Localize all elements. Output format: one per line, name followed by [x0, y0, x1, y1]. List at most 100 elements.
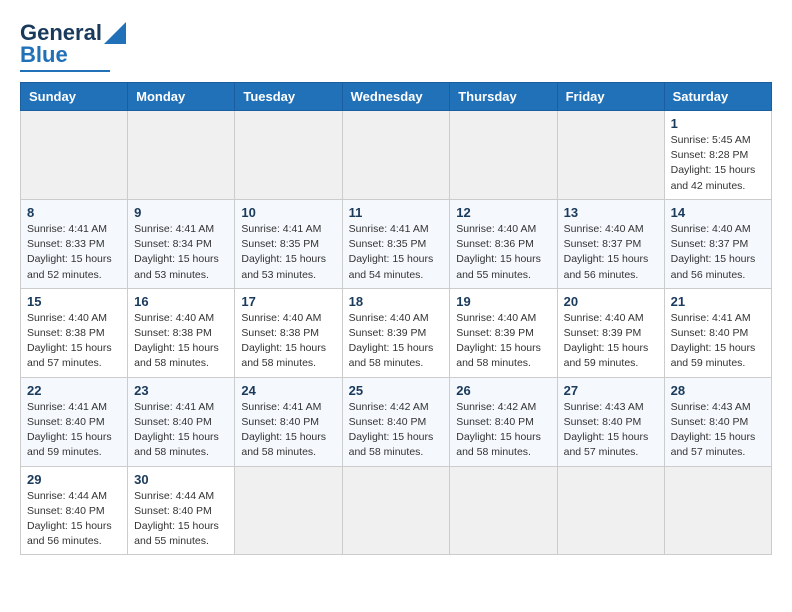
- day-info: Sunrise: 4:42 AMSunset: 8:40 PMDaylight:…: [456, 401, 541, 459]
- day-info: Sunrise: 4:40 AMSunset: 8:38 PMDaylight:…: [241, 312, 326, 370]
- day-number: 13: [564, 205, 658, 220]
- calendar-week-row: 1 Sunrise: 5:45 AMSunset: 8:28 PMDayligh…: [21, 111, 772, 200]
- day-info: Sunrise: 4:41 AMSunset: 8:40 PMDaylight:…: [134, 401, 219, 459]
- calendar-cell: [342, 111, 450, 200]
- calendar-cell: 21 Sunrise: 4:41 AMSunset: 8:40 PMDaylig…: [664, 288, 771, 377]
- calendar-cell: 12 Sunrise: 4:40 AMSunset: 8:36 PMDaylig…: [450, 199, 557, 288]
- calendar-cell: 23 Sunrise: 4:41 AMSunset: 8:40 PMDaylig…: [128, 377, 235, 466]
- day-number: 25: [349, 383, 444, 398]
- calendar-cell: [450, 466, 557, 555]
- day-info: Sunrise: 4:41 AMSunset: 8:35 PMDaylight:…: [241, 223, 326, 281]
- calendar-cell: [342, 466, 450, 555]
- calendar-cell: 24 Sunrise: 4:41 AMSunset: 8:40 PMDaylig…: [235, 377, 342, 466]
- day-info: Sunrise: 4:41 AMSunset: 8:35 PMDaylight:…: [349, 223, 434, 281]
- calendar-header-saturday: Saturday: [664, 83, 771, 111]
- day-number: 29: [27, 472, 121, 487]
- day-info: Sunrise: 4:40 AMSunset: 8:37 PMDaylight:…: [564, 223, 649, 281]
- calendar-cell: 26 Sunrise: 4:42 AMSunset: 8:40 PMDaylig…: [450, 377, 557, 466]
- day-number: 9: [134, 205, 228, 220]
- day-number: 12: [456, 205, 550, 220]
- day-info: Sunrise: 4:44 AMSunset: 8:40 PMDaylight:…: [134, 490, 219, 548]
- calendar-week-row: 29 Sunrise: 4:44 AMSunset: 8:40 PMDaylig…: [21, 466, 772, 555]
- calendar-cell: [450, 111, 557, 200]
- calendar-cell: 10 Sunrise: 4:41 AMSunset: 8:35 PMDaylig…: [235, 199, 342, 288]
- calendar-cell: 11 Sunrise: 4:41 AMSunset: 8:35 PMDaylig…: [342, 199, 450, 288]
- day-number: 30: [134, 472, 228, 487]
- day-info: Sunrise: 4:41 AMSunset: 8:40 PMDaylight:…: [241, 401, 326, 459]
- calendar-cell: [128, 111, 235, 200]
- day-info: Sunrise: 4:40 AMSunset: 8:38 PMDaylight:…: [134, 312, 219, 370]
- day-number: 28: [671, 383, 765, 398]
- calendar-cell: 20 Sunrise: 4:40 AMSunset: 8:39 PMDaylig…: [557, 288, 664, 377]
- calendar-header-monday: Monday: [128, 83, 235, 111]
- day-number: 27: [564, 383, 658, 398]
- day-number: 22: [27, 383, 121, 398]
- page-header: General Blue: [20, 20, 772, 72]
- day-info: Sunrise: 4:43 AMSunset: 8:40 PMDaylight:…: [671, 401, 756, 459]
- calendar-cell: 9 Sunrise: 4:41 AMSunset: 8:34 PMDayligh…: [128, 199, 235, 288]
- day-info: Sunrise: 4:44 AMSunset: 8:40 PMDaylight:…: [27, 490, 112, 548]
- calendar-week-row: 15 Sunrise: 4:40 AMSunset: 8:38 PMDaylig…: [21, 288, 772, 377]
- day-number: 10: [241, 205, 335, 220]
- day-info: Sunrise: 4:40 AMSunset: 8:39 PMDaylight:…: [456, 312, 541, 370]
- day-number: 17: [241, 294, 335, 309]
- day-number: 26: [456, 383, 550, 398]
- day-number: 8: [27, 205, 121, 220]
- calendar-header-friday: Friday: [557, 83, 664, 111]
- day-number: 20: [564, 294, 658, 309]
- calendar-cell: 22 Sunrise: 4:41 AMSunset: 8:40 PMDaylig…: [21, 377, 128, 466]
- calendar-header-thursday: Thursday: [450, 83, 557, 111]
- day-number: 19: [456, 294, 550, 309]
- day-info: Sunrise: 4:40 AMSunset: 8:37 PMDaylight:…: [671, 223, 756, 281]
- day-number: 23: [134, 383, 228, 398]
- calendar-cell: [21, 111, 128, 200]
- day-info: Sunrise: 4:42 AMSunset: 8:40 PMDaylight:…: [349, 401, 434, 459]
- logo-underline: [20, 70, 110, 72]
- calendar-cell: 1 Sunrise: 5:45 AMSunset: 8:28 PMDayligh…: [664, 111, 771, 200]
- day-number: 14: [671, 205, 765, 220]
- calendar-cell: 27 Sunrise: 4:43 AMSunset: 8:40 PMDaylig…: [557, 377, 664, 466]
- logo: General Blue: [20, 20, 126, 72]
- calendar-cell: 25 Sunrise: 4:42 AMSunset: 8:40 PMDaylig…: [342, 377, 450, 466]
- calendar-cell: [557, 466, 664, 555]
- calendar-cell: 29 Sunrise: 4:44 AMSunset: 8:40 PMDaylig…: [21, 466, 128, 555]
- calendar-cell: [664, 466, 771, 555]
- day-info: Sunrise: 4:40 AMSunset: 8:38 PMDaylight:…: [27, 312, 112, 370]
- calendar-cell: 18 Sunrise: 4:40 AMSunset: 8:39 PMDaylig…: [342, 288, 450, 377]
- day-info: Sunrise: 4:41 AMSunset: 8:40 PMDaylight:…: [27, 401, 112, 459]
- calendar-cell: 28 Sunrise: 4:43 AMSunset: 8:40 PMDaylig…: [664, 377, 771, 466]
- day-number: 18: [349, 294, 444, 309]
- calendar-cell: 16 Sunrise: 4:40 AMSunset: 8:38 PMDaylig…: [128, 288, 235, 377]
- calendar-cell: 17 Sunrise: 4:40 AMSunset: 8:38 PMDaylig…: [235, 288, 342, 377]
- calendar-week-row: 22 Sunrise: 4:41 AMSunset: 8:40 PMDaylig…: [21, 377, 772, 466]
- day-number: 21: [671, 294, 765, 309]
- calendar-cell: 30 Sunrise: 4:44 AMSunset: 8:40 PMDaylig…: [128, 466, 235, 555]
- logo-icon: [104, 22, 126, 44]
- calendar-cell: 14 Sunrise: 4:40 AMSunset: 8:37 PMDaylig…: [664, 199, 771, 288]
- day-info: Sunrise: 4:41 AMSunset: 8:40 PMDaylight:…: [671, 312, 756, 370]
- day-info: Sunrise: 4:41 AMSunset: 8:33 PMDaylight:…: [27, 223, 112, 281]
- day-info: Sunrise: 4:40 AMSunset: 8:39 PMDaylight:…: [349, 312, 434, 370]
- calendar-header-row: SundayMondayTuesdayWednesdayThursdayFrid…: [21, 83, 772, 111]
- day-info: Sunrise: 4:40 AMSunset: 8:36 PMDaylight:…: [456, 223, 541, 281]
- day-number: 24: [241, 383, 335, 398]
- calendar-cell: 19 Sunrise: 4:40 AMSunset: 8:39 PMDaylig…: [450, 288, 557, 377]
- calendar-cell: 13 Sunrise: 4:40 AMSunset: 8:37 PMDaylig…: [557, 199, 664, 288]
- day-info: Sunrise: 4:41 AMSunset: 8:34 PMDaylight:…: [134, 223, 219, 281]
- calendar-header-sunday: Sunday: [21, 83, 128, 111]
- day-info: Sunrise: 4:43 AMSunset: 8:40 PMDaylight:…: [564, 401, 649, 459]
- calendar-header-wednesday: Wednesday: [342, 83, 450, 111]
- calendar-cell: [235, 466, 342, 555]
- day-number: 11: [349, 205, 444, 220]
- day-info: Sunrise: 5:45 AMSunset: 8:28 PMDaylight:…: [671, 134, 756, 192]
- calendar-cell: 15 Sunrise: 4:40 AMSunset: 8:38 PMDaylig…: [21, 288, 128, 377]
- calendar-table: SundayMondayTuesdayWednesdayThursdayFrid…: [20, 82, 772, 555]
- calendar-cell: [235, 111, 342, 200]
- calendar-header-tuesday: Tuesday: [235, 83, 342, 111]
- day-info: Sunrise: 4:40 AMSunset: 8:39 PMDaylight:…: [564, 312, 649, 370]
- calendar-cell: 8 Sunrise: 4:41 AMSunset: 8:33 PMDayligh…: [21, 199, 128, 288]
- calendar-week-row: 8 Sunrise: 4:41 AMSunset: 8:33 PMDayligh…: [21, 199, 772, 288]
- day-number: 15: [27, 294, 121, 309]
- day-number: 1: [671, 116, 765, 131]
- day-number: 16: [134, 294, 228, 309]
